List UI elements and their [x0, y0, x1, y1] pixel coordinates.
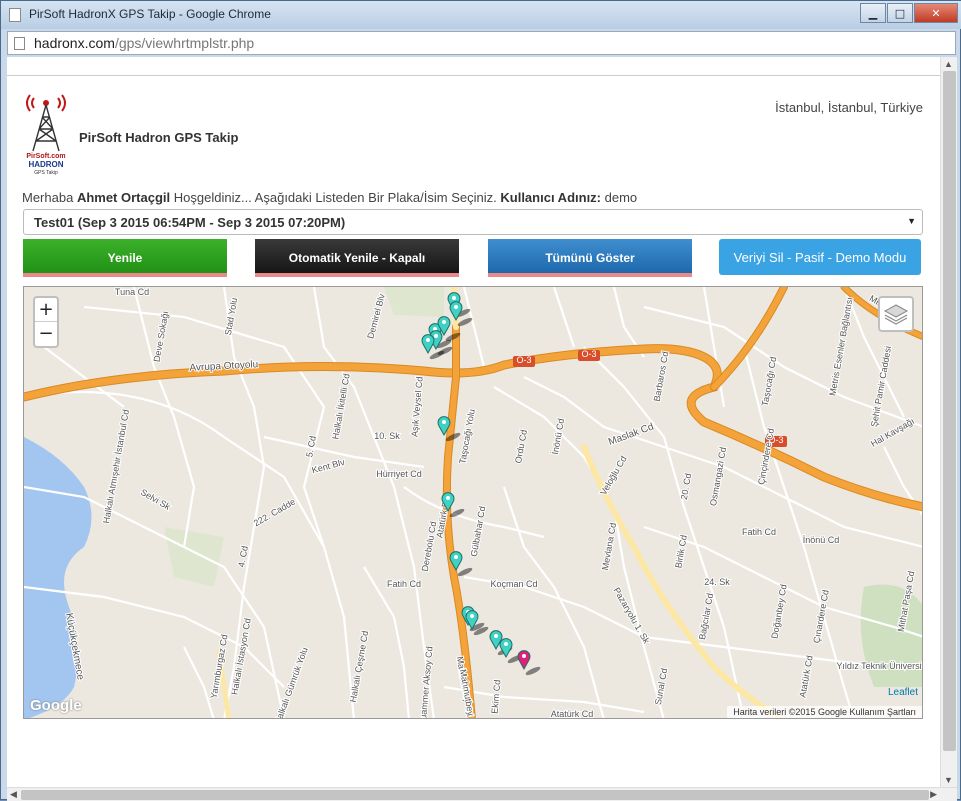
username-value: demo [604, 190, 638, 205]
route-select[interactable]: Test01 (Sep 3 2015 06:54PM - Sep 3 2015 … [23, 209, 923, 235]
button-underline [255, 273, 459, 277]
button-underline [23, 273, 227, 277]
map-canvas[interactable]: Avrupa Otoyolu O-3O-3O-3Maslak CdTuna CdD… [24, 287, 923, 719]
greeting: Merhaba [22, 190, 74, 205]
refresh-button[interactable]: Yenile [23, 239, 227, 277]
map[interactable]: Avrupa Otoyolu O-3 O-3 O-3 Maslak Cd Tuna Cd D… [23, 286, 923, 719]
browser-window: PirSoft HadronX GPS Takip - Google Chrom… [0, 0, 961, 801]
delete-data-button[interactable]: Veriyi Sil - Pasif - Demo Modu [719, 239, 921, 275]
marker-dot [452, 296, 456, 300]
map-label: 24. Sk [704, 577, 730, 587]
map-label: Atatürk Cd [551, 709, 594, 719]
scroll-right-icon[interactable]: ▶ [930, 789, 937, 800]
window-title: PirSoft HadronX GPS Takip - Google Chrom… [29, 7, 271, 21]
marker-dot [470, 614, 474, 618]
user-name: Ahmet Ortaçgil [76, 190, 171, 205]
zoom-in-button[interactable]: + [35, 298, 57, 322]
caret-down-icon: ▼ [907, 216, 916, 226]
close-button[interactable]: ✕ [914, 3, 958, 23]
delete-data-button-label: Veriyi Sil - Pasif - Demo Modu [733, 249, 907, 265]
logo-brand-line3: GPS Takip [34, 170, 58, 176]
logo-brand: PirSoft.com HADRON GPS Takip [21, 153, 71, 177]
url-path: /gps/viewhrtmplstr.php [114, 35, 255, 51]
marker-dot [454, 555, 458, 559]
park-area [860, 584, 922, 687]
map-label: Hürriyet Cd [376, 469, 422, 479]
url-host: hadronx.com [34, 35, 115, 51]
title-bar[interactable]: PirSoft HadronX GPS Takip - Google Chrom… [1, 1, 961, 29]
welcome-text: Merhaba Ahmet Ortaçgil Hoşgeldiniz... Aş… [22, 190, 637, 205]
scroll-thumb-horizontal[interactable] [21, 790, 929, 800]
url-text[interactable]: hadronx.com/gps/viewhrtmplstr.php [34, 35, 254, 51]
scroll-up-icon[interactable]: ▲ [944, 59, 953, 69]
site-logo[interactable]: PirSoft.com HADRON GPS Takip [21, 89, 71, 179]
map-label: Koçman Cd [490, 579, 537, 589]
marker-dot [426, 338, 430, 342]
horizontal-scrollbar[interactable]: ◀ ▶ [7, 787, 957, 801]
map-attribution[interactable]: Harita verileri ©2015 Google Kullanım Şa… [727, 706, 922, 718]
map-label: Fatih Cd [387, 579, 421, 589]
google-logo[interactable]: Google [30, 697, 82, 714]
address-bar[interactable]: hadronx.com/gps/viewhrtmplstr.php [7, 31, 956, 55]
layers-icon [883, 304, 909, 325]
divider [7, 75, 957, 76]
scroll-thumb[interactable] [943, 71, 956, 751]
logo-brand-line2: HADRON [28, 160, 64, 169]
marker-dot [434, 334, 438, 338]
window-controls: ▁ □ ✕ [859, 3, 958, 23]
map-label: Tuna Cd [115, 287, 149, 297]
zoom-control: + − [33, 296, 59, 348]
auto-refresh-button-label: Otomatik Yenile - Kapalı [288, 251, 426, 265]
page-viewport: PirSoft.com HADRON GPS Takip PirSoft Had… [7, 57, 957, 801]
marker-dot [504, 642, 508, 646]
minimize-button[interactable]: ▁ [860, 3, 886, 23]
map-label: Yıldız Teknik Üniversitesi [836, 661, 923, 671]
refresh-button-label: Yenile [107, 251, 143, 265]
button-underline [488, 273, 692, 277]
maximize-button[interactable]: □ [887, 3, 913, 23]
marker-dot [442, 420, 446, 424]
leaflet-link[interactable]: Leaflet [888, 687, 918, 698]
scroll-down-icon[interactable]: ▼ [944, 775, 953, 785]
username-label: Kullanıcı Adınız: [500, 190, 602, 205]
auto-refresh-button[interactable]: Otomatik Yenile - Kapalı [255, 239, 459, 277]
scroll-left-icon[interactable]: ◀ [10, 789, 17, 800]
show-all-button-label: Tümünü Göster [545, 251, 635, 265]
layers-button[interactable] [878, 296, 914, 332]
welcome-message: Hoşgeldiniz... Aşağıdaki Listeden Bir Pl… [173, 190, 497, 205]
radio-tower-icon [26, 94, 66, 152]
marker-dot [454, 305, 458, 309]
marker-dot [446, 496, 450, 500]
marker-dot [442, 320, 446, 324]
vertical-scrollbar[interactable]: ▲ ▼ [940, 57, 957, 787]
route-select-value: Test01 (Sep 3 2015 06:54PM - Sep 3 2015 … [34, 215, 346, 230]
marker-dot [494, 634, 498, 638]
show-all-button[interactable]: Tümünü Göster [488, 239, 692, 277]
map-label: İnönü Cd [803, 535, 840, 545]
zoom-out-button[interactable]: − [35, 322, 57, 346]
page-icon [14, 37, 25, 50]
map-label: O-3 [516, 355, 531, 365]
site-title: PirSoft Hadron GPS Takip [79, 130, 239, 145]
marker-dot [522, 654, 526, 658]
map-label: 10. Sk [374, 431, 400, 441]
location-text: İstanbul, İstanbul, Türkiye [775, 100, 923, 115]
map-label: O-3 [581, 349, 596, 359]
page-favicon-icon [9, 8, 21, 22]
map-label: Fatih Cd [742, 527, 776, 537]
